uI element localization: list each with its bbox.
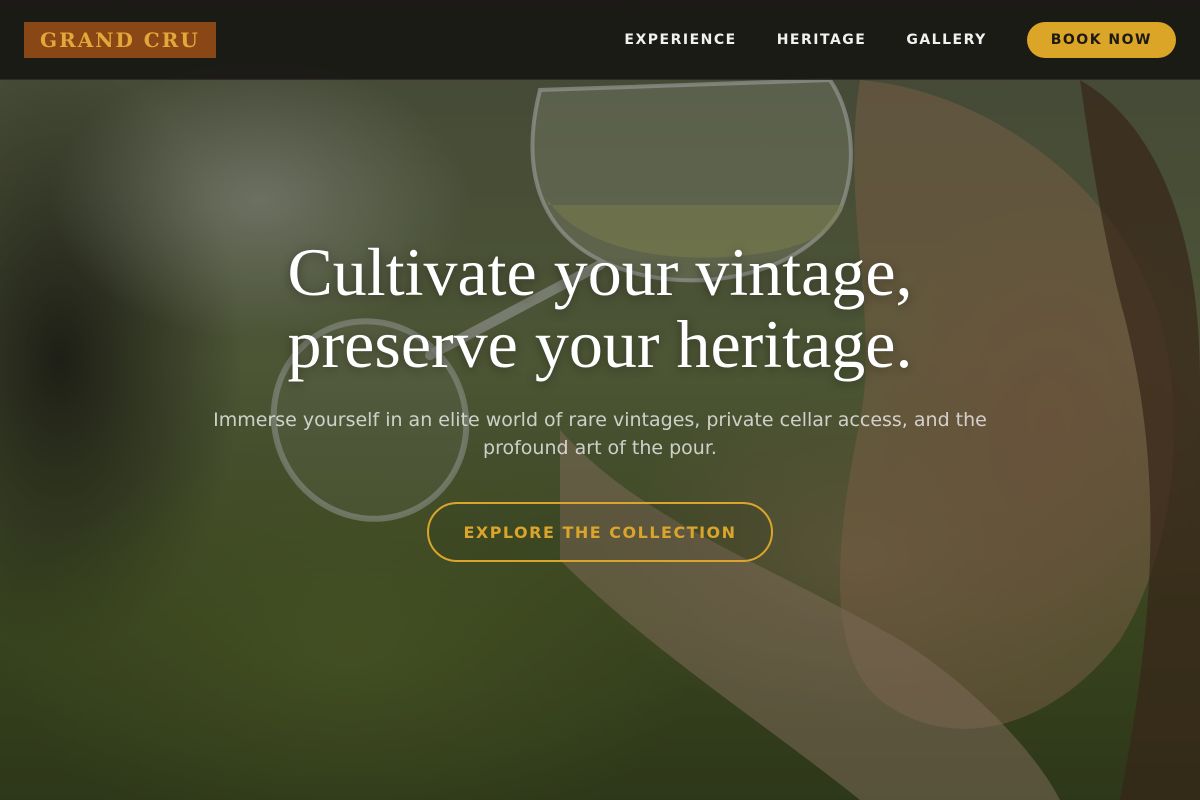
nav-menu: EXPERIENCE HERITAGE GALLERY BOOK NOW (624, 21, 1176, 58)
nav-link-gallery[interactable]: GALLERY (906, 32, 986, 48)
hero-title: Cultivate your vintage, preserve your he… (0, 236, 1200, 380)
landing-page: GRAND CRU EXPERIENCE HERITAGE GALLERY BO… (0, 0, 1200, 800)
nav-link-heritage[interactable]: HERITAGE (777, 32, 867, 48)
explore-collection-button[interactable]: EXPLORE THE COLLECTION (427, 502, 773, 562)
book-now-button[interactable]: BOOK NOW (1026, 21, 1176, 58)
top-navbar: GRAND CRU EXPERIENCE HERITAGE GALLERY BO… (0, 0, 1200, 80)
hero-title-line-2: preserve your heritage. (287, 306, 913, 382)
hero-section: Cultivate your vintage, preserve your he… (0, 236, 1200, 562)
nav-link-experience[interactable]: EXPERIENCE (624, 32, 736, 48)
brand-logo[interactable]: GRAND CRU (24, 21, 216, 58)
hero-subtitle: Immerse yourself in an elite world of ra… (213, 409, 987, 459)
hero-title-line-1: Cultivate your vintage, (287, 234, 913, 310)
